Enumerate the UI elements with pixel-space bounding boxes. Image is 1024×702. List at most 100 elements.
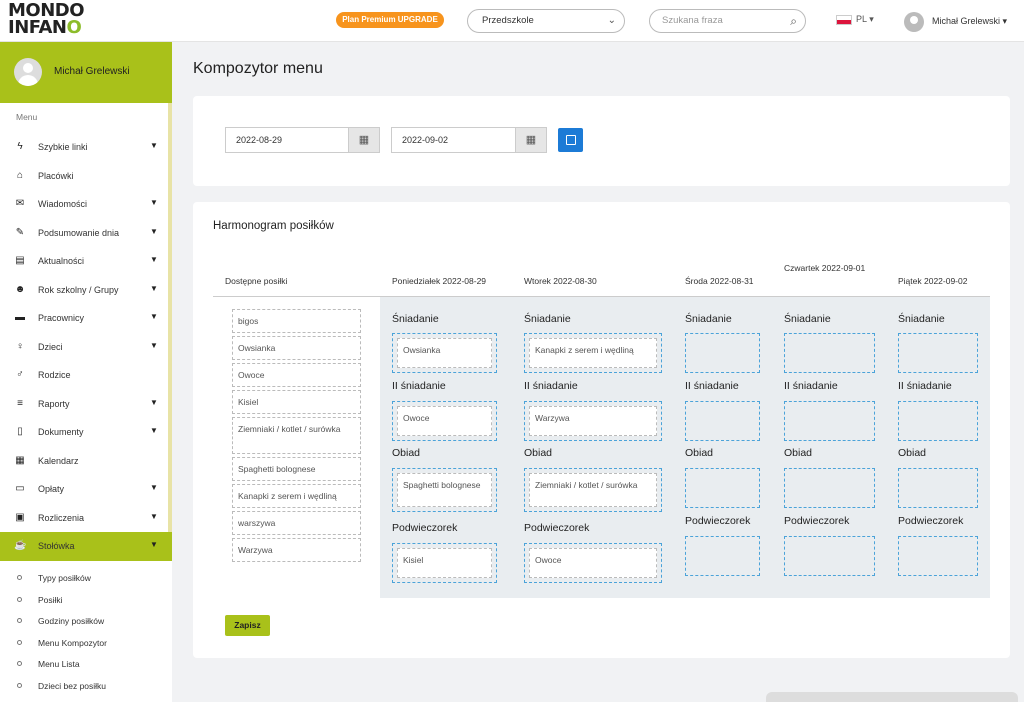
- institution-select-value: Przedszkole: [482, 15, 534, 26]
- users-icon: ☻: [14, 283, 26, 295]
- meal-drop-zone[interactable]: Owoce: [524, 543, 662, 583]
- sidebar-item[interactable]: ϟ Szybkie linki ▼: [0, 133, 168, 162]
- bottom-panel-tab: [766, 692, 1018, 702]
- circle-icon: [17, 682, 22, 688]
- meal-type-label: II śniadanie: [898, 380, 952, 392]
- available-meal-item[interactable]: Owoce: [232, 363, 361, 387]
- date-from-input[interactable]: 2022-08-29: [225, 127, 349, 153]
- sidebar-item-label: Szybkie linki: [38, 142, 88, 152]
- meal-drop-zone[interactable]: Kisiel: [392, 543, 497, 583]
- sidebar-subitem-label: Posiłki: [38, 594, 63, 605]
- document-icon: ▯: [17, 426, 23, 437]
- meal-drop-zone[interactable]: [898, 333, 978, 373]
- meal-drop-zone[interactable]: [784, 468, 875, 508]
- child-icon: ♀: [16, 340, 24, 352]
- sidebar-item[interactable]: ≡ Raporty ▼: [0, 390, 168, 419]
- sidebar-item[interactable]: ☕ Stołówka ▼: [0, 532, 172, 561]
- sidebar-item[interactable]: ▯ Dokumenty ▼: [0, 418, 168, 447]
- sidebar-item[interactable]: ✎ Podsumowanie dnia ▼: [0, 219, 168, 248]
- available-meal-item[interactable]: Kisiel: [232, 390, 361, 414]
- assigned-meal-item[interactable]: Kisiel: [397, 548, 492, 578]
- user-menu[interactable]: Michał Grelewski ▾: [904, 10, 1007, 32]
- search-input[interactable]: Szukana fraza ⌕: [649, 9, 806, 33]
- sidebar-item-label: Stołówka: [38, 541, 75, 551]
- sidebar-subitem[interactable]: Menu Kompozytor: [0, 633, 172, 655]
- caret-down-icon: ▾: [869, 14, 874, 24]
- meal-drop-zone[interactable]: Warzywa: [524, 401, 662, 441]
- institution-select[interactable]: Przedszkole ⌄: [467, 9, 625, 33]
- assigned-meal-item[interactable]: Warzywa: [529, 406, 657, 436]
- date-to-input[interactable]: 2022-09-02: [391, 127, 516, 153]
- available-meal-item[interactable]: Warzywa: [232, 538, 361, 562]
- sidebar-item-label: Aktualności: [38, 256, 85, 266]
- premium-upgrade-button[interactable]: Plan Premium UPGRADE: [336, 12, 444, 28]
- meal-drop-zone[interactable]: [784, 401, 875, 441]
- meal-drop-zone[interactable]: Owsianka: [392, 333, 497, 373]
- available-meal-item[interactable]: Kanapki z serem i wędliną: [232, 484, 361, 508]
- coffee-icon: ☕: [14, 540, 27, 551]
- meal-type-label: Śniadanie: [898, 313, 945, 325]
- meal-drop-zone[interactable]: [898, 536, 978, 576]
- meal-type-label: II śniadanie: [784, 380, 838, 392]
- meal-drop-zone[interactable]: Owoce: [392, 401, 497, 441]
- available-meal-item[interactable]: Owsianka: [232, 336, 361, 360]
- sidebar-subitem[interactable]: Menu Lista: [0, 654, 172, 676]
- sidebar-item[interactable]: ☻ Rok szkolny / Grupy ▼: [0, 276, 168, 305]
- assigned-meal-item[interactable]: Kanapki z serem i wędliną: [529, 338, 657, 368]
- sidebar-item[interactable]: ▦ Kalendarz: [0, 447, 168, 476]
- calendar-icon[interactable]: ▦: [515, 127, 547, 153]
- meal-drop-zone[interactable]: [784, 536, 875, 576]
- meal-drop-zone[interactable]: [898, 468, 978, 508]
- sidebar-item[interactable]: ♀ Dzieci ▼: [0, 333, 168, 362]
- sidebar-item[interactable]: ▬ Pracownicy ▼: [0, 304, 168, 333]
- meal-drop-zone[interactable]: Ziemniaki / kotlet / surówka: [524, 468, 662, 512]
- calendar-icon[interactable]: ▦: [348, 127, 380, 153]
- logo-text: O: [66, 17, 82, 38]
- meal-drop-zone[interactable]: [685, 333, 760, 373]
- available-meal-item[interactable]: Spaghetti bolognese: [232, 457, 361, 481]
- caret-down-icon: ▼: [150, 426, 158, 435]
- meal-drop-zone[interactable]: [685, 536, 760, 576]
- meal-drop-zone[interactable]: [784, 333, 875, 373]
- available-meal-item[interactable]: bigos: [232, 309, 361, 333]
- bolt-icon: ϟ: [17, 141, 23, 152]
- assigned-meal-item[interactable]: Spaghetti bolognese: [397, 473, 492, 507]
- day-column-header: Wtorek 2022-08-30: [524, 276, 597, 286]
- sidebar-subitem[interactable]: Dzieci bez posiłku: [0, 676, 172, 698]
- top-bar: MONDO INFANO Plan Premium UPGRADE Przeds…: [0, 0, 1024, 42]
- language-select[interactable]: PL ▾: [836, 14, 874, 28]
- apply-dates-button[interactable]: [558, 128, 583, 152]
- meal-drop-zone[interactable]: Kanapki z serem i wędliną: [524, 333, 662, 373]
- assigned-meal-item[interactable]: Ziemniaki / kotlet / surówka: [529, 473, 657, 507]
- meal-drop-zone[interactable]: Spaghetti bolognese: [392, 468, 497, 512]
- sidebar-item-label: Dzieci: [38, 341, 63, 352]
- assigned-meal-item[interactable]: Owoce: [397, 406, 492, 436]
- sidebar-item[interactable]: ▤ Aktualności ▼: [0, 247, 168, 276]
- assigned-meal-item[interactable]: Owoce: [529, 548, 657, 578]
- sidebar-scrollbar[interactable]: [168, 103, 172, 539]
- sidebar-item[interactable]: ▭ Opłaty ▼: [0, 475, 168, 504]
- sidebar-subitem[interactable]: Typy posiłków: [0, 568, 172, 590]
- sidebar-subitem[interactable]: Posiłki: [0, 590, 172, 612]
- language-label: PL: [856, 14, 867, 24]
- sidebar-item[interactable]: ⌂ Placówki: [0, 162, 168, 191]
- meal-type-label: II śniadanie: [524, 380, 578, 392]
- available-meal-item[interactable]: warszywa: [232, 511, 361, 535]
- search-icon[interactable]: ⌕: [790, 10, 797, 32]
- save-button[interactable]: Zapisz: [225, 615, 270, 636]
- caret-down-icon: ▼: [150, 226, 158, 236]
- sidebar-item[interactable]: ✉ Wiadomości ▼: [0, 190, 168, 219]
- assigned-meal-item[interactable]: Owsianka: [397, 338, 492, 368]
- available-meals-header: Dostępne posiłki: [225, 276, 288, 286]
- meal-drop-zone[interactable]: [685, 401, 760, 441]
- sidebar-subitem[interactable]: Godziny posiłków: [0, 611, 172, 633]
- caret-down-icon: ▾: [1002, 16, 1008, 26]
- sidebar-item[interactable]: ♂ Rodzice: [0, 361, 168, 390]
- meal-drop-zone[interactable]: [898, 401, 978, 441]
- available-meal-item[interactable]: Ziemniaki / kotlet / surówka: [232, 417, 361, 454]
- meal-drop-zone[interactable]: [685, 468, 760, 508]
- avatar: [14, 58, 42, 86]
- sidebar-item[interactable]: ▣ Rozliczenia ▼: [0, 504, 168, 533]
- edit-icon: ✎: [15, 226, 25, 238]
- mondo-infano-logo[interactable]: MONDO INFANO: [8, 2, 118, 40]
